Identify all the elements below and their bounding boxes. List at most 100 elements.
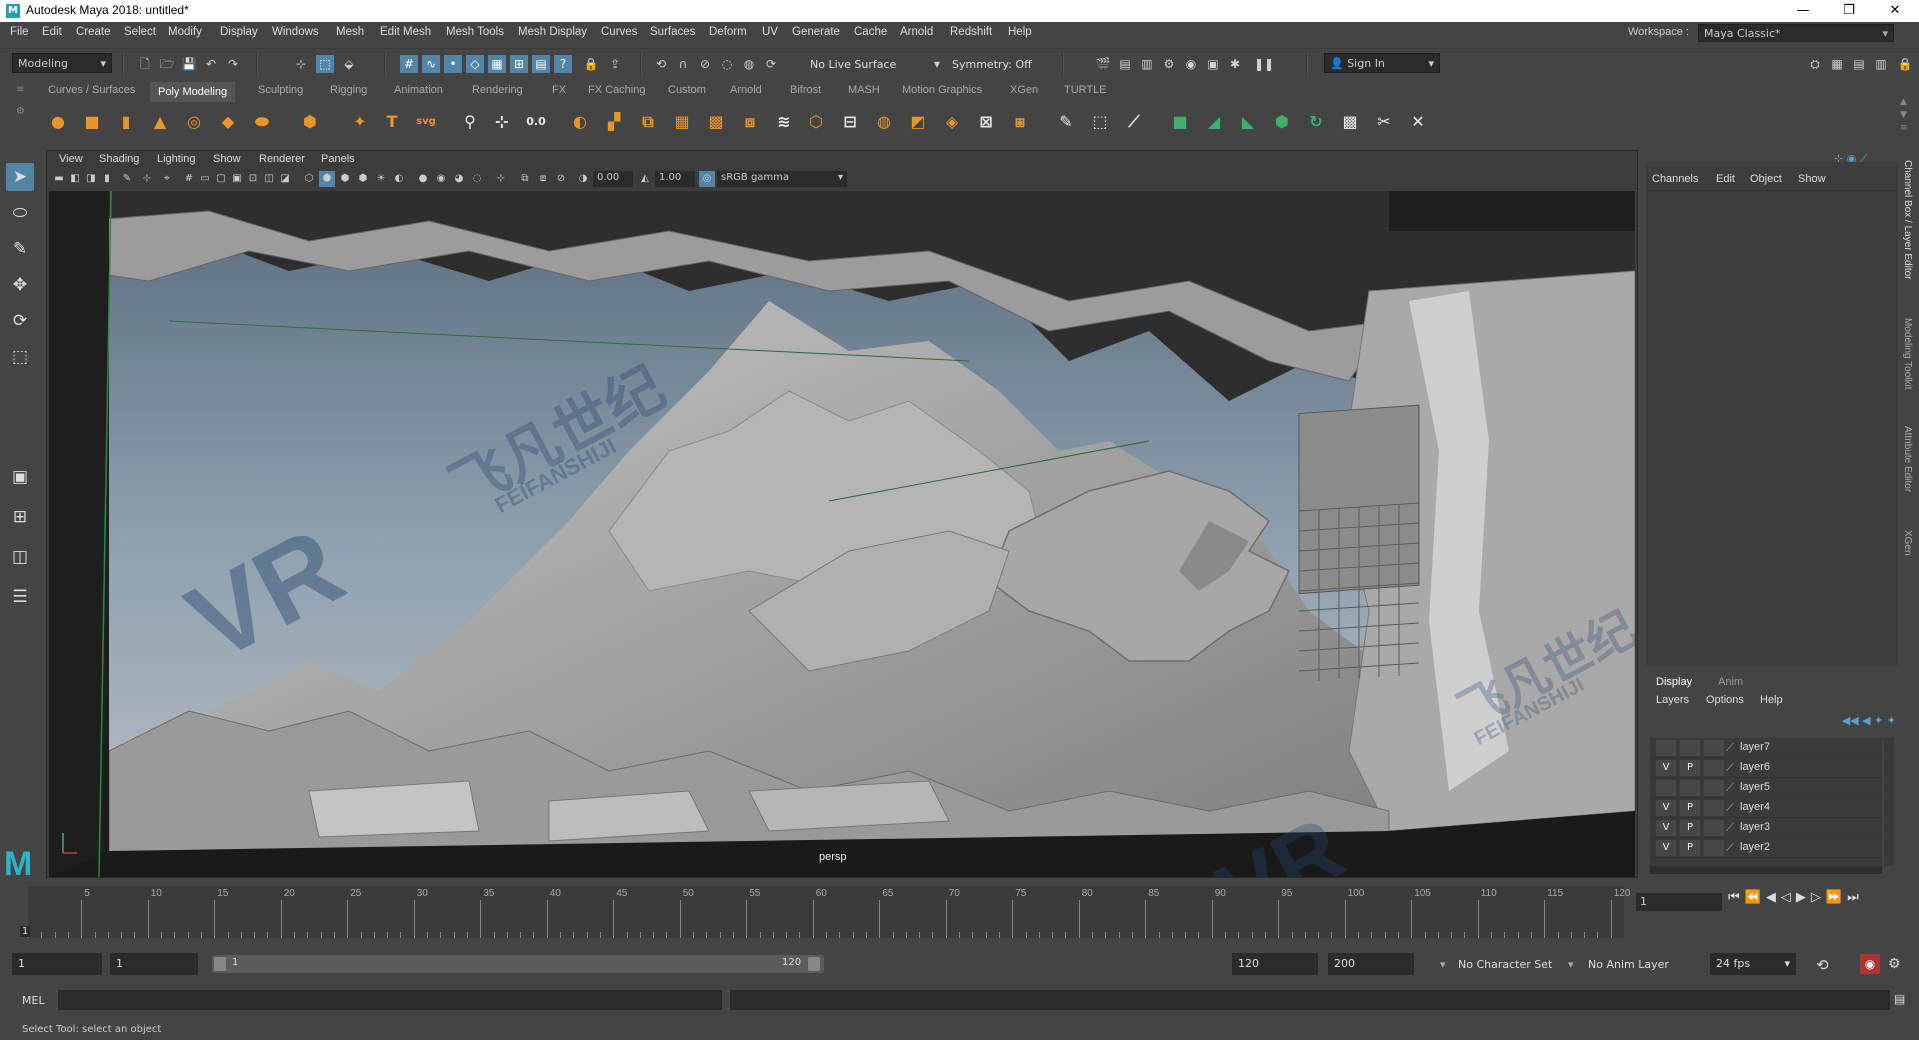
layer-playback-toggle[interactable]: P xyxy=(1680,760,1700,776)
layer-edit-icon[interactable]: ⟋ xyxy=(1726,821,1734,835)
menu-curves[interactable]: Curves xyxy=(601,26,637,38)
field-chart-icon[interactable]: ⊡ xyxy=(245,171,261,187)
fill-hole-icon[interactable]: ◩ xyxy=(904,108,932,136)
menu-cache[interactable]: Cache xyxy=(854,26,887,38)
symmetry-label[interactable]: Symmetry: Off xyxy=(952,58,1032,71)
shelf-tab-turtle[interactable]: TURTLE xyxy=(1064,84,1107,96)
construction-history-icon[interactable]: ⟲ xyxy=(652,55,670,73)
shelf-tab-fx[interactable]: FX xyxy=(552,84,566,96)
layer-edit-icon[interactable]: ⟋ xyxy=(1726,801,1734,815)
snap-curve-icon[interactable]: ∿ xyxy=(422,55,440,73)
menu-display[interactable]: Display xyxy=(220,26,258,38)
shelf-scroll-icon[interactable]: ▲ ▼ ≡ xyxy=(1900,96,1914,136)
use-all-lights-icon[interactable]: ☀ xyxy=(373,171,389,187)
anim-end-field[interactable]: 120 xyxy=(1232,953,1318,975)
camera-attributes-icon[interactable]: ◧ xyxy=(67,171,83,187)
snap-vertex-icon[interactable]: ⊞ xyxy=(510,55,528,73)
append-polygon-icon[interactable]: ◈ xyxy=(938,108,966,136)
script-editor-icon[interactable]: ▤ xyxy=(1894,992,1905,1006)
close-button[interactable]: ✕ xyxy=(1872,0,1918,22)
play-forward-icon[interactable]: ▶ xyxy=(1796,890,1811,905)
smooth-icon[interactable]: ▦ xyxy=(668,108,696,136)
xray-joints-icon[interactable]: ⧉ xyxy=(517,171,533,187)
menuset-dropdown[interactable]: Modeling ▾ xyxy=(12,53,112,73)
layer-menu-layers[interactable]: Layers xyxy=(1656,694,1689,706)
cb-menu-edit[interactable]: Edit xyxy=(1716,173,1735,185)
multi-cut-icon[interactable]: ✎ xyxy=(1052,108,1080,136)
bookmarks-icon[interactable]: ◨ xyxy=(83,171,99,187)
panel-menu-view[interactable]: View xyxy=(59,153,83,165)
layer-row[interactable]: V P ⟋ layer6 xyxy=(1650,758,1882,778)
xray-components-icon[interactable]: ⧈ xyxy=(535,171,551,187)
step-back-frame-icon[interactable]: ◀ xyxy=(1766,890,1781,905)
menu-edit[interactable]: Edit xyxy=(42,26,62,38)
image-plane-icon[interactable]: ▮ xyxy=(99,171,115,187)
boolean-icon[interactable]: ▩ xyxy=(702,108,730,136)
render-sequence-icon[interactable]: ▤ xyxy=(1116,55,1134,73)
layer-list-scrollbar[interactable] xyxy=(1884,738,1894,866)
paint-select-tool-icon[interactable]: ✎ xyxy=(6,235,34,263)
two-view-layout-icon[interactable]: ◫ xyxy=(6,543,34,571)
step-forward-key-icon[interactable]: ⏩ xyxy=(1826,890,1847,905)
type-tool-icon[interactable]: T xyxy=(378,108,406,136)
menu-select[interactable]: Select xyxy=(124,26,156,38)
bevel-icon[interactable]: ≋ xyxy=(770,108,798,136)
side-tab-attribute-editor[interactable]: Attribute Editor xyxy=(1902,426,1913,492)
minimize-button[interactable]: — xyxy=(1780,0,1826,22)
shelf-tab-bifrost[interactable]: Bifrost xyxy=(790,84,821,96)
chevron-down-icon[interactable]: ▾ xyxy=(1440,958,1446,971)
poly-torus-icon[interactable]: ◎ xyxy=(180,108,208,136)
chevron-down-icon[interactable]: ▾ xyxy=(928,55,946,73)
save-scene-icon[interactable]: 💾 xyxy=(180,55,198,73)
layer-visibility-toggle[interactable] xyxy=(1656,740,1676,756)
planar-map-icon[interactable]: ◢ xyxy=(1200,108,1228,136)
layer-list-hscrollbar[interactable] xyxy=(1650,866,1882,874)
current-frame-marker[interactable]: 1 xyxy=(20,926,31,937)
magnet-icon[interactable]: ∩ xyxy=(674,55,692,73)
range-slider[interactable]: 1 120 xyxy=(212,955,824,973)
paint-select-icon[interactable]: ⊹ xyxy=(488,108,516,136)
rotate-tool-icon[interactable]: ⟳ xyxy=(6,307,34,335)
shelf-options-icon[interactable]: ≡ ⚙ xyxy=(16,84,30,136)
panel-menu-shading[interactable]: Shading xyxy=(99,153,139,165)
single-perspective-layout-icon[interactable]: ▣ xyxy=(6,463,34,491)
separate-icon[interactable]: ▞ xyxy=(600,108,628,136)
depth-of-field-icon[interactable]: ◌ xyxy=(469,171,485,187)
menu-create[interactable]: Create xyxy=(76,26,111,38)
command-input[interactable] xyxy=(58,990,722,1010)
super-shape-icon[interactable]: ✦ xyxy=(346,108,374,136)
go-to-start-icon[interactable]: ⏮ xyxy=(1728,890,1745,905)
character-set-dropdown[interactable]: No Character Set xyxy=(1458,958,1552,971)
layer-row[interactable]: V P ⟋ layer4 xyxy=(1650,798,1882,818)
select-hierarchy-icon[interactable]: ⊹ xyxy=(292,55,310,73)
menu-mesh-tools[interactable]: Mesh Tools xyxy=(446,26,504,38)
layer-row[interactable]: V P ⟋ layer2 xyxy=(1650,838,1882,858)
make-live-icon[interactable]: ⊘ xyxy=(696,55,714,73)
input-output-icon[interactable]: ⇪ xyxy=(606,55,624,73)
shelf-tab-custom[interactable]: Custom xyxy=(668,84,706,96)
cb-menu-object[interactable]: Object xyxy=(1750,173,1782,185)
poly-sphere-icon[interactable]: ● xyxy=(44,108,72,136)
snap-surface-icon[interactable]: ▦ xyxy=(488,55,506,73)
cut-uv-icon[interactable]: ✂ xyxy=(1370,108,1398,136)
svg-tool-icon[interactable]: svg xyxy=(412,108,440,136)
backface-culling-icon[interactable]: ⊘ xyxy=(553,171,569,187)
layer-playback-toggle[interactable] xyxy=(1680,780,1700,796)
menu-edit-mesh[interactable]: Edit Mesh xyxy=(380,26,431,38)
resolution-gate-icon[interactable]: ▢ xyxy=(213,171,229,187)
loop-icon[interactable]: ⟲ xyxy=(1816,956,1829,974)
scale-tool-icon[interactable]: ⬚ xyxy=(6,343,34,371)
shelf-tab-sculpting[interactable]: Sculpting xyxy=(258,84,303,96)
textured-icon[interactable]: ⬢ xyxy=(355,171,371,187)
unfold-icon[interactable]: ↻ xyxy=(1302,108,1330,136)
pause-icon[interactable]: ❚❚ xyxy=(1254,55,1274,73)
sew-uv-icon[interactable]: ✕ xyxy=(1404,108,1432,136)
layer-playback-toggle[interactable] xyxy=(1680,740,1700,756)
undo-icon[interactable]: ↶ xyxy=(202,55,220,73)
preferences-icon[interactable]: ⚙ xyxy=(1888,956,1901,972)
auto-key-icon[interactable]: ◉ xyxy=(1860,954,1880,974)
shelf-tab-poly-modeling[interactable]: Poly Modeling xyxy=(150,82,236,102)
layer-tab-anim[interactable]: Anim xyxy=(1718,676,1743,688)
menu-deform[interactable]: Deform xyxy=(709,26,747,38)
layer-row[interactable]: ⟋ layer5 xyxy=(1650,778,1882,798)
